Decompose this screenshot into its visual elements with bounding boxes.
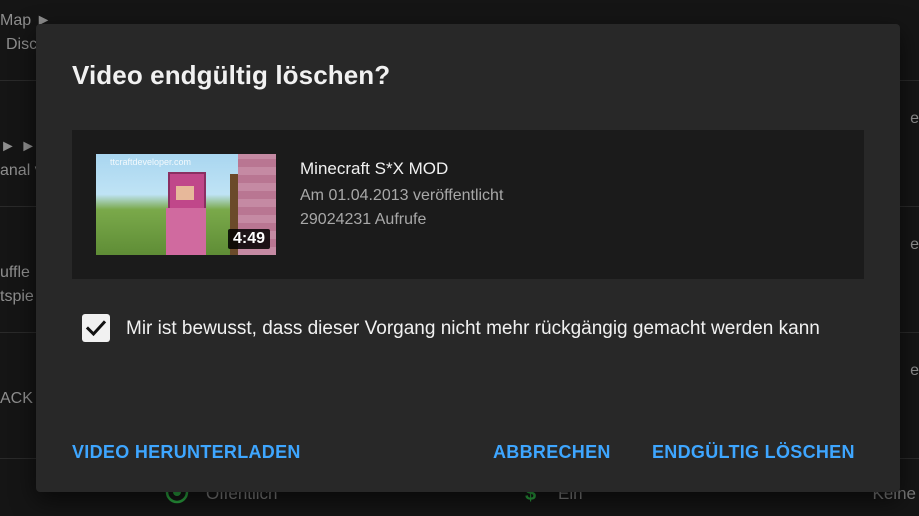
- video-card: ttcraftdeveloper.com 4:49 Minecraft S*X …: [72, 130, 864, 279]
- video-duration: 4:49: [227, 229, 270, 249]
- thumbnail-caption: ttcraftdeveloper.com: [110, 157, 192, 167]
- download-video-button[interactable]: VIDEO HERUNTERLADEN: [72, 442, 301, 463]
- bg-row-text: tspie: [0, 288, 34, 305]
- bg-row-text: ► ►: [0, 138, 37, 155]
- confirm-checkbox[interactable]: [82, 314, 110, 342]
- confirm-checkbox-label[interactable]: Mir ist bewusst, dass dieser Vorgang nic…: [126, 311, 846, 347]
- delete-permanently-button[interactable]: ENDGÜLTIG LÖSCHEN: [652, 442, 855, 463]
- checkmark-icon: [85, 320, 107, 337]
- video-thumbnail: ttcraftdeveloper.com 4:49: [96, 154, 276, 255]
- video-title: Minecraft S*X MOD: [300, 159, 449, 178]
- bg-row-right-text: e: [910, 236, 919, 253]
- bg-row-right-text: e: [910, 362, 919, 379]
- video-views: 29024231 Aufrufe: [300, 211, 427, 228]
- bg-row-text: Disc: [6, 36, 38, 53]
- video-published-date: Am 01.04.2013 veröffentlicht: [300, 187, 504, 204]
- bg-row-text: uffle: [0, 264, 30, 281]
- delete-video-dialog: Video endgültig löschen? ttcraftdevelope…: [36, 24, 900, 492]
- cancel-button[interactable]: ABBRECHEN: [493, 442, 611, 463]
- dialog-title: Video endgültig löschen?: [72, 60, 391, 90]
- bg-row-right-text: e: [910, 110, 919, 127]
